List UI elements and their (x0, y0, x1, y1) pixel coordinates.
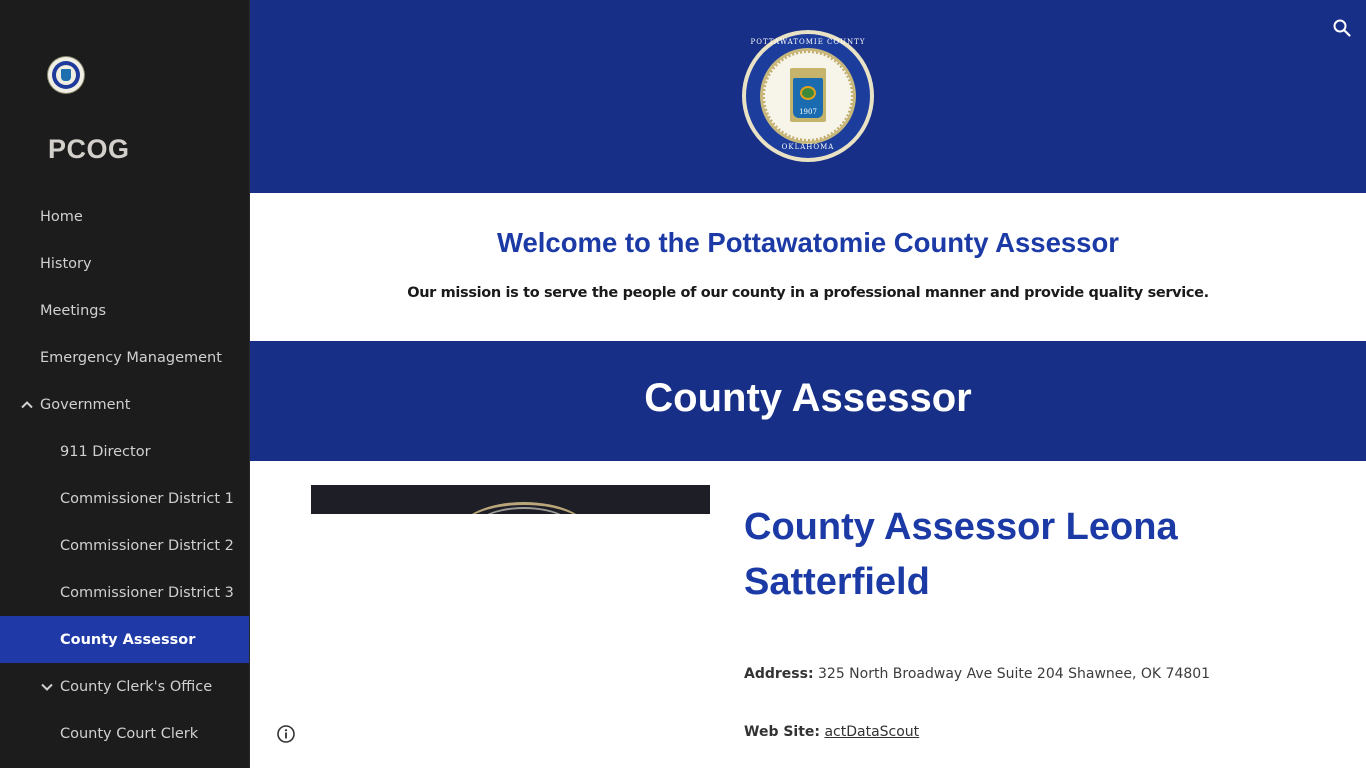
sidebar-item-meetings[interactable]: Meetings (0, 287, 249, 334)
sidebar-item-county-assessor[interactable]: County Assessor (0, 616, 249, 663)
sidebar-item-label: County Court Clerk (60, 725, 199, 742)
section-title: County Assessor (644, 376, 972, 420)
search-icon (1333, 19, 1351, 37)
sidebar-item-label: Emergency Management (40, 349, 222, 366)
assessor-photo (311, 485, 710, 514)
sidebar-item-label: County Clerk's Office (60, 678, 213, 695)
sidebar-item-label: Commissioner District 2 (60, 537, 234, 554)
seal-emblem-icon (800, 86, 816, 100)
sidebar-item-commissioner-district-2[interactable]: Commissioner District 2 (0, 522, 249, 569)
chevron-down-icon[interactable] (40, 680, 54, 694)
sidebar-item-label: Commissioner District 3 (60, 584, 234, 601)
sidebar-item-home[interactable]: Home (0, 193, 249, 240)
sidebar-item-history[interactable]: History (0, 240, 249, 287)
sidebar-item-label: County Assessor (60, 631, 196, 648)
sidebar-item-label: Home (40, 208, 83, 225)
seal-top-text: POTTAWATOMIE COUNTY (750, 38, 866, 46)
sidebar-item-label: History (40, 255, 92, 272)
seal-bottom-text: OKLAHOMA (781, 143, 835, 151)
sidebar-item-label: Meetings (40, 302, 107, 319)
sidebar-item-commissioner-district-1[interactable]: Commissioner District 1 (0, 475, 249, 522)
sidebar-item-label: Government (40, 396, 131, 413)
header-banner: POTTAWATOMIE COUNTY 1907 OKLAHOMA (250, 0, 1366, 193)
sidebar-item-emergency-management[interactable]: Emergency Management (0, 334, 249, 381)
address-label: Address: (744, 666, 814, 682)
county-seal-image: POTTAWATOMIE COUNTY 1907 OKLAHOMA (742, 30, 874, 162)
chevron-up-icon[interactable] (20, 398, 34, 412)
nav-menu: Home History Meetings Emergency Management G… (0, 193, 249, 757)
assessor-name-heading: County Assessor Leona Satterfield (744, 506, 1178, 603)
website-line: Web Site: actDataScout (744, 724, 919, 740)
site-title[interactable]: PCOG (48, 134, 130, 165)
sidebar: PCOG Home History Meetings Emergency Manage… (0, 0, 250, 768)
site-info-button[interactable] (276, 724, 296, 744)
welcome-heading: Welcome to the Pottawatomie County Asses… (497, 227, 1119, 258)
sidebar-item-county-clerk-s-office[interactable]: County Clerk's Office (0, 663, 249, 710)
logo-shield-icon (61, 69, 71, 81)
sidebar-item-commissioner-district-3[interactable]: Commissioner District 3 (0, 569, 249, 616)
mission-statement: Our mission is to serve the people of ou… (407, 285, 1209, 301)
seal-year: 1907 (799, 108, 817, 116)
address-value: 325 North Broadway Ave Suite 204 Shawnee… (818, 666, 1211, 682)
sidebar-item-911-director[interactable]: 911 Director (0, 428, 249, 475)
welcome-section: Welcome to the Pottawatomie County Asses… (250, 193, 1366, 341)
sidebar-item-government[interactable]: Government (0, 381, 249, 428)
sidebar-item-county-court-clerk[interactable]: County Court Clerk (0, 710, 249, 757)
sidebar-item-label: Commissioner District 1 (60, 490, 234, 507)
website-label: Web Site: (744, 724, 821, 740)
address-line: Address: 325 North Broadway Ave Suite 20… (744, 666, 1210, 682)
website-link[interactable]: actDataScout (824, 724, 919, 740)
section-banner: County Assessor (250, 341, 1366, 461)
site-logo[interactable] (48, 57, 84, 93)
info-icon (277, 725, 295, 743)
sidebar-item-label: 911 Director (60, 443, 151, 460)
search-button[interactable] (1330, 16, 1354, 40)
